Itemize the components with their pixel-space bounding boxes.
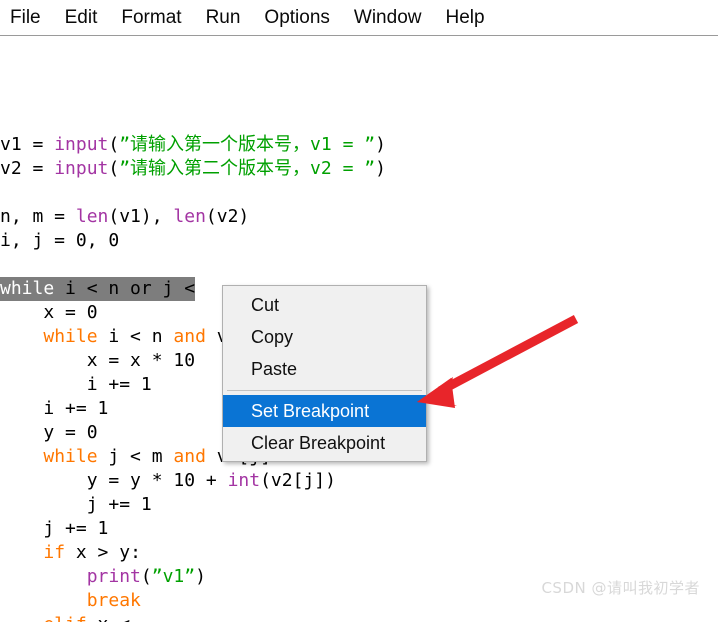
- code-line[interactable]: [0, 181, 718, 205]
- context-menu-item-copy[interactable]: Copy: [223, 321, 426, 353]
- code-token-builtin: int: [227, 470, 261, 491]
- code-token-plain: v2 =: [0, 158, 55, 179]
- code-token-plain: i += 1: [0, 398, 109, 419]
- code-line[interactable]: v2 = input(”请输入第二个版本号，v2 = ”): [0, 157, 718, 181]
- context-menu-item-cut[interactable]: Cut: [223, 289, 426, 321]
- code-token-plain: i < n: [97, 326, 174, 347]
- context-menu[interactable]: Cut Copy Paste Set Breakpoint Clear Breakpoi…: [222, 285, 427, 462]
- code-line[interactable]: elif x <: [0, 613, 718, 622]
- code-token-builtin: input: [54, 158, 109, 179]
- menu-item-format[interactable]: Format: [109, 1, 193, 35]
- code-token-builtin: len: [75, 206, 109, 227]
- code-line[interactable]: j += 1: [0, 517, 718, 541]
- code-line[interactable]: [0, 253, 718, 277]
- code-token-builtin: len: [173, 206, 206, 227]
- code-line-selected[interactable]: while i < n or j <: [0, 277, 196, 301]
- code-token-keyword: while: [43, 446, 98, 467]
- code-line[interactable]: j += 1: [0, 493, 718, 517]
- code-token-plain: (v1),: [108, 206, 174, 227]
- code-token-plain: ): [375, 134, 386, 155]
- code-token-plain: (: [108, 158, 120, 179]
- menu-item-edit[interactable]: Edit: [53, 1, 110, 35]
- code-token-plain: y = y * 10 +: [0, 470, 228, 491]
- code-token-keyword: if: [43, 542, 66, 563]
- code-token-string: ”请输入第二个版本号，v2 = ”: [119, 158, 376, 179]
- menu-item-options[interactable]: Options: [252, 1, 341, 35]
- code-line-text[interactable]: v1 = input(”请输入第一个版本号，v1 = ”): [0, 133, 718, 157]
- code-token-plain: n, m =: [0, 206, 76, 227]
- menu-item-file[interactable]: File: [0, 1, 53, 35]
- code-line-text[interactable]: [0, 253, 718, 277]
- menu-item-window[interactable]: Window: [342, 1, 434, 35]
- code-token-keyword: break: [86, 590, 141, 611]
- code-token-plain: y = 0: [0, 422, 98, 443]
- code-line[interactable]: n, m = len(v1), len(v2): [0, 205, 718, 229]
- code-line-text[interactable]: n, m = len(v1), len(v2): [0, 205, 718, 229]
- code-token-plain: i < n or j <: [54, 278, 196, 299]
- code-token-plain: ): [375, 158, 386, 179]
- code-line-text[interactable]: elif x <: [0, 613, 718, 622]
- code-token-keyword: while: [43, 326, 98, 347]
- code-token-builtin: print: [86, 566, 141, 587]
- code-line[interactable]: i, j = 0, 0: [0, 229, 718, 253]
- code-token-plain: v1 =: [0, 134, 55, 155]
- code-token-plain: (: [108, 134, 120, 155]
- code-token-keyword: and: [173, 446, 206, 467]
- code-line-text[interactable]: if x > y:: [0, 541, 718, 565]
- code-token-string: ”请输入第一个版本号，v1 = ”: [119, 134, 376, 155]
- code-token-string: ”v1”: [151, 566, 196, 587]
- menu-bar: File Edit Format Run Options Window Help: [0, 0, 718, 36]
- code-token-plain: x <: [87, 614, 131, 622]
- code-token-keyword: while: [0, 278, 55, 299]
- context-menu-item-paste[interactable]: Paste: [223, 353, 426, 385]
- code-token-keyword: and: [173, 326, 206, 347]
- code-line-text[interactable]: j += 1: [0, 517, 718, 541]
- code-token-builtin: input: [54, 134, 109, 155]
- code-line-text[interactable]: v2 = input(”请输入第二个版本号，v2 = ”): [0, 157, 718, 181]
- code-token-plain: (v2): [205, 206, 250, 227]
- code-token-keyword: elif: [43, 614, 86, 622]
- code-line-text[interactable]: y = y * 10 + int(v2[j]): [0, 469, 718, 493]
- code-line-text[interactable]: i, j = 0, 0: [0, 229, 718, 253]
- context-menu-item-set-breakpoint[interactable]: Set Breakpoint: [223, 395, 426, 427]
- code-line[interactable]: if x > y:: [0, 541, 718, 565]
- code-token-plain: i += 1: [0, 374, 152, 395]
- code-token-plain: i, j = 0, 0: [0, 230, 120, 251]
- code-token-plain: x = x * 10: [0, 350, 196, 371]
- code-token-plain: x = 0: [0, 302, 98, 323]
- menu-item-run[interactable]: Run: [194, 1, 253, 35]
- code-token-plain: j += 1: [0, 518, 109, 539]
- code-token-plain: (v2[j]): [260, 470, 336, 491]
- code-token-plain: j += 1: [0, 494, 152, 515]
- code-line[interactable]: y = y * 10 + int(v2[j]): [0, 469, 718, 493]
- context-menu-separator: [227, 390, 422, 391]
- code-line-text[interactable]: j += 1: [0, 493, 718, 517]
- code-line-text[interactable]: [0, 181, 718, 205]
- code-token-plain: (: [140, 566, 152, 587]
- menu-item-help[interactable]: Help: [433, 1, 496, 35]
- code-line[interactable]: v1 = input(”请输入第一个版本号，v1 = ”): [0, 133, 718, 157]
- code-token-plain: x > y:: [65, 542, 141, 563]
- code-token-plain: ): [195, 566, 206, 587]
- code-token-plain: j < m: [97, 446, 174, 467]
- watermark: CSDN @请叫我初学者: [541, 579, 700, 597]
- context-menu-item-clear-breakpoint[interactable]: Clear Breakpoint: [223, 427, 426, 459]
